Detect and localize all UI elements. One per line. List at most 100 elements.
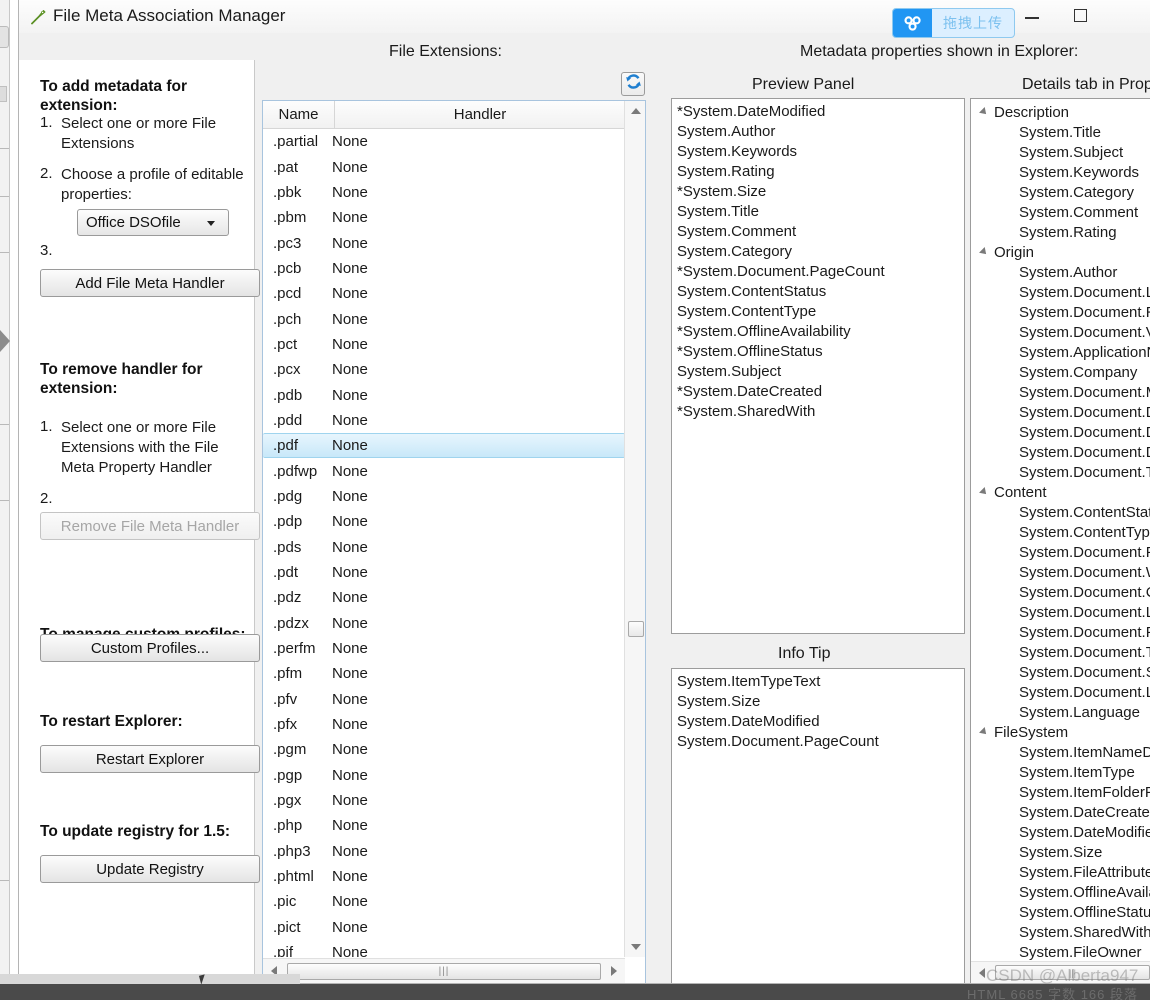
extension-row[interactable]: .pif None — [263, 940, 625, 957]
refresh-button[interactable] — [621, 72, 645, 96]
preview-panel-item[interactable]: *System.Document.PageCount — [672, 262, 964, 282]
extension-row[interactable]: .pdp None — [263, 509, 625, 534]
expand-collapse-triangle-icon[interactable] — [979, 727, 989, 737]
tree-leaf-item[interactable]: System.ItemFolderPathDisplay — [971, 782, 1150, 802]
scroll-down-button[interactable] — [625, 937, 645, 957]
preview-panel-item[interactable]: System.Author — [672, 122, 964, 142]
info-tip-list[interactable]: System.ItemTypeText System.Size System.Dat… — [671, 668, 965, 983]
tree-leaf-item[interactable]: System.Rating — [971, 222, 1150, 242]
extension-row[interactable]: .pdfwp None — [263, 458, 625, 483]
tree-leaf-item[interactable]: System.Language — [971, 702, 1150, 722]
tree-leaf-item[interactable]: System.FileAttributes — [971, 862, 1150, 882]
tree-leaf-item[interactable]: System.Document.DatePrinted — [971, 442, 1150, 462]
info-tip-item[interactable]: System.Document.PageCount — [672, 732, 964, 752]
drag-upload-widget[interactable]: 拖拽上传 — [892, 8, 1015, 38]
maximize-button[interactable] — [1057, 0, 1103, 30]
tree-leaf-item[interactable]: System.ContentType — [971, 522, 1150, 542]
extension-row[interactable]: .pict None — [263, 915, 625, 940]
extension-row[interactable]: .partial None — [263, 129, 625, 154]
tree-group-content[interactable]: Content — [971, 482, 1150, 502]
extension-row[interactable]: .pcb None — [263, 256, 625, 281]
tree-leaf-item[interactable]: System.Category — [971, 182, 1150, 202]
tree-horizontal-scroll-thumb[interactable]: ||| — [995, 965, 1150, 980]
tree-leaf-item[interactable]: System.Keywords — [971, 162, 1150, 182]
extension-row[interactable]: .pc3 None — [263, 230, 625, 255]
preview-panel-item[interactable]: *System.DateModified — [672, 102, 964, 122]
extension-row[interactable]: .php3 None — [263, 839, 625, 864]
profile-dropdown[interactable]: Office DSOfile — [77, 209, 229, 236]
info-tip-item[interactable]: System.Size — [672, 692, 964, 712]
tree-group-filesystem[interactable]: FileSystem — [971, 722, 1150, 742]
extension-row[interactable]: .pgp None — [263, 763, 625, 788]
extension-row[interactable]: .pdz None — [263, 585, 625, 610]
preview-panel-item[interactable]: *System.SharedWith — [672, 402, 964, 422]
preview-panel-item[interactable]: *System.DateCreated — [672, 382, 964, 402]
extension-row[interactable]: .pdg None — [263, 484, 625, 509]
tree-leaf-item[interactable]: System.Document.PageCount — [971, 542, 1150, 562]
tree-leaf-item[interactable]: System.SharedWith — [971, 922, 1150, 942]
info-tip-item[interactable]: System.ItemTypeText — [672, 672, 964, 692]
extension-row[interactable]: .perfm None — [263, 636, 625, 661]
preview-panel-list[interactable]: *System.DateModified System.Author System.… — [671, 98, 965, 634]
tree-leaf-item[interactable]: System.Document.LineCount — [971, 602, 1150, 622]
restart-explorer-button[interactable]: Restart Explorer — [40, 745, 260, 773]
tree-leaf-item[interactable]: System.Document.LinksDirty — [971, 682, 1150, 702]
file-extensions-list[interactable]: Name Handler .partial None .pat None .pbk Non… — [262, 100, 646, 983]
details-tab-tree[interactable]: Description System.Title System.Subject Sys… — [970, 98, 1150, 983]
expand-collapse-triangle-icon[interactable] — [979, 107, 989, 117]
extension-row[interactable]: .pbk None — [263, 180, 625, 205]
extension-row[interactable]: .pbm None — [263, 205, 625, 230]
preview-panel-item[interactable]: System.Subject — [672, 362, 964, 382]
extension-row[interactable]: .pat None — [263, 154, 625, 179]
tree-leaf-item[interactable]: System.Document.RevisionNumber — [971, 302, 1150, 322]
tree-leaf-item[interactable]: System.Document.LastAuthor — [971, 282, 1150, 302]
preview-panel-item[interactable]: *System.Size — [672, 182, 964, 202]
extension-row[interactable]: .pct None — [263, 332, 625, 357]
add-file-meta-handler-button[interactable]: Add File Meta Handler — [40, 269, 260, 297]
scroll-up-button[interactable] — [625, 101, 645, 121]
tree-leaf-item[interactable]: System.OfflineAvailability — [971, 882, 1150, 902]
scroll-right-button[interactable] — [603, 959, 625, 983]
expand-collapse-triangle-icon[interactable] — [979, 247, 989, 257]
remove-file-meta-handler-button[interactable]: Remove File Meta Handler — [40, 512, 260, 540]
preview-panel-item[interactable]: System.Comment — [672, 222, 964, 242]
extension-row[interactable]: .pic None — [263, 889, 625, 914]
tree-leaf-item[interactable]: System.DateModified — [971, 822, 1150, 842]
preview-panel-item[interactable]: System.Category — [672, 242, 964, 262]
extension-row[interactable]: .pcd None — [263, 281, 625, 306]
tree-horizontal-scrollbar[interactable]: ||| — [971, 961, 1150, 983]
extension-row[interactable]: .pdf None — [263, 433, 625, 459]
extension-row[interactable]: .pfx None — [263, 712, 625, 737]
column-header-handler[interactable]: Handler — [335, 101, 625, 128]
tree-leaf-item[interactable]: System.Document.TotalEditingTime — [971, 462, 1150, 482]
preview-panel-item[interactable]: System.ContentStatus — [672, 282, 964, 302]
tree-vertical-scrollbar[interactable] — [970, 519, 971, 649]
tree-leaf-item[interactable]: System.FileOwner — [971, 942, 1150, 962]
tree-leaf-item[interactable]: System.ItemNameDisplay — [971, 742, 1150, 762]
extension-row[interactable]: .pdt None — [263, 560, 625, 585]
extension-row[interactable]: .pdb None — [263, 382, 625, 407]
tree-leaf-item[interactable]: System.Subject — [971, 142, 1150, 162]
tree-leaf-item[interactable]: System.OfflineStatus — [971, 902, 1150, 922]
extension-row[interactable]: .pdd None — [263, 408, 625, 433]
minimize-button[interactable] — [1009, 0, 1055, 30]
preview-panel-item[interactable]: System.ContentType — [672, 302, 964, 322]
extensions-horizontal-scrollbar[interactable]: ||| — [263, 958, 625, 983]
extensions-vertical-scrollbar[interactable] — [624, 101, 645, 957]
tree-leaf-item[interactable]: System.Document.Scale — [971, 662, 1150, 682]
tree-leaf-item[interactable]: System.Document.CharacterCount — [971, 582, 1150, 602]
extension-row[interactable]: .pds None — [263, 535, 625, 560]
extension-row[interactable]: .pfm None — [263, 661, 625, 686]
preview-panel-item[interactable]: System.Keywords — [672, 142, 964, 162]
preview-panel-item[interactable]: System.Title — [672, 202, 964, 222]
extension-row[interactable]: .pfv None — [263, 687, 625, 712]
expand-collapse-triangle-icon[interactable] — [979, 487, 989, 497]
tree-leaf-item[interactable]: System.ItemType — [971, 762, 1150, 782]
extension-row[interactable]: .php None — [263, 813, 625, 838]
tree-leaf-item[interactable]: System.Document.WordCount — [971, 562, 1150, 582]
horizontal-scroll-thumb[interactable]: ||| — [287, 962, 601, 980]
extension-row[interactable]: .pch None — [263, 306, 625, 331]
tree-leaf-item[interactable]: System.DateCreated — [971, 802, 1150, 822]
tree-scroll-left-button[interactable] — [971, 962, 993, 983]
preview-panel-item[interactable]: *System.OfflineStatus — [672, 342, 964, 362]
